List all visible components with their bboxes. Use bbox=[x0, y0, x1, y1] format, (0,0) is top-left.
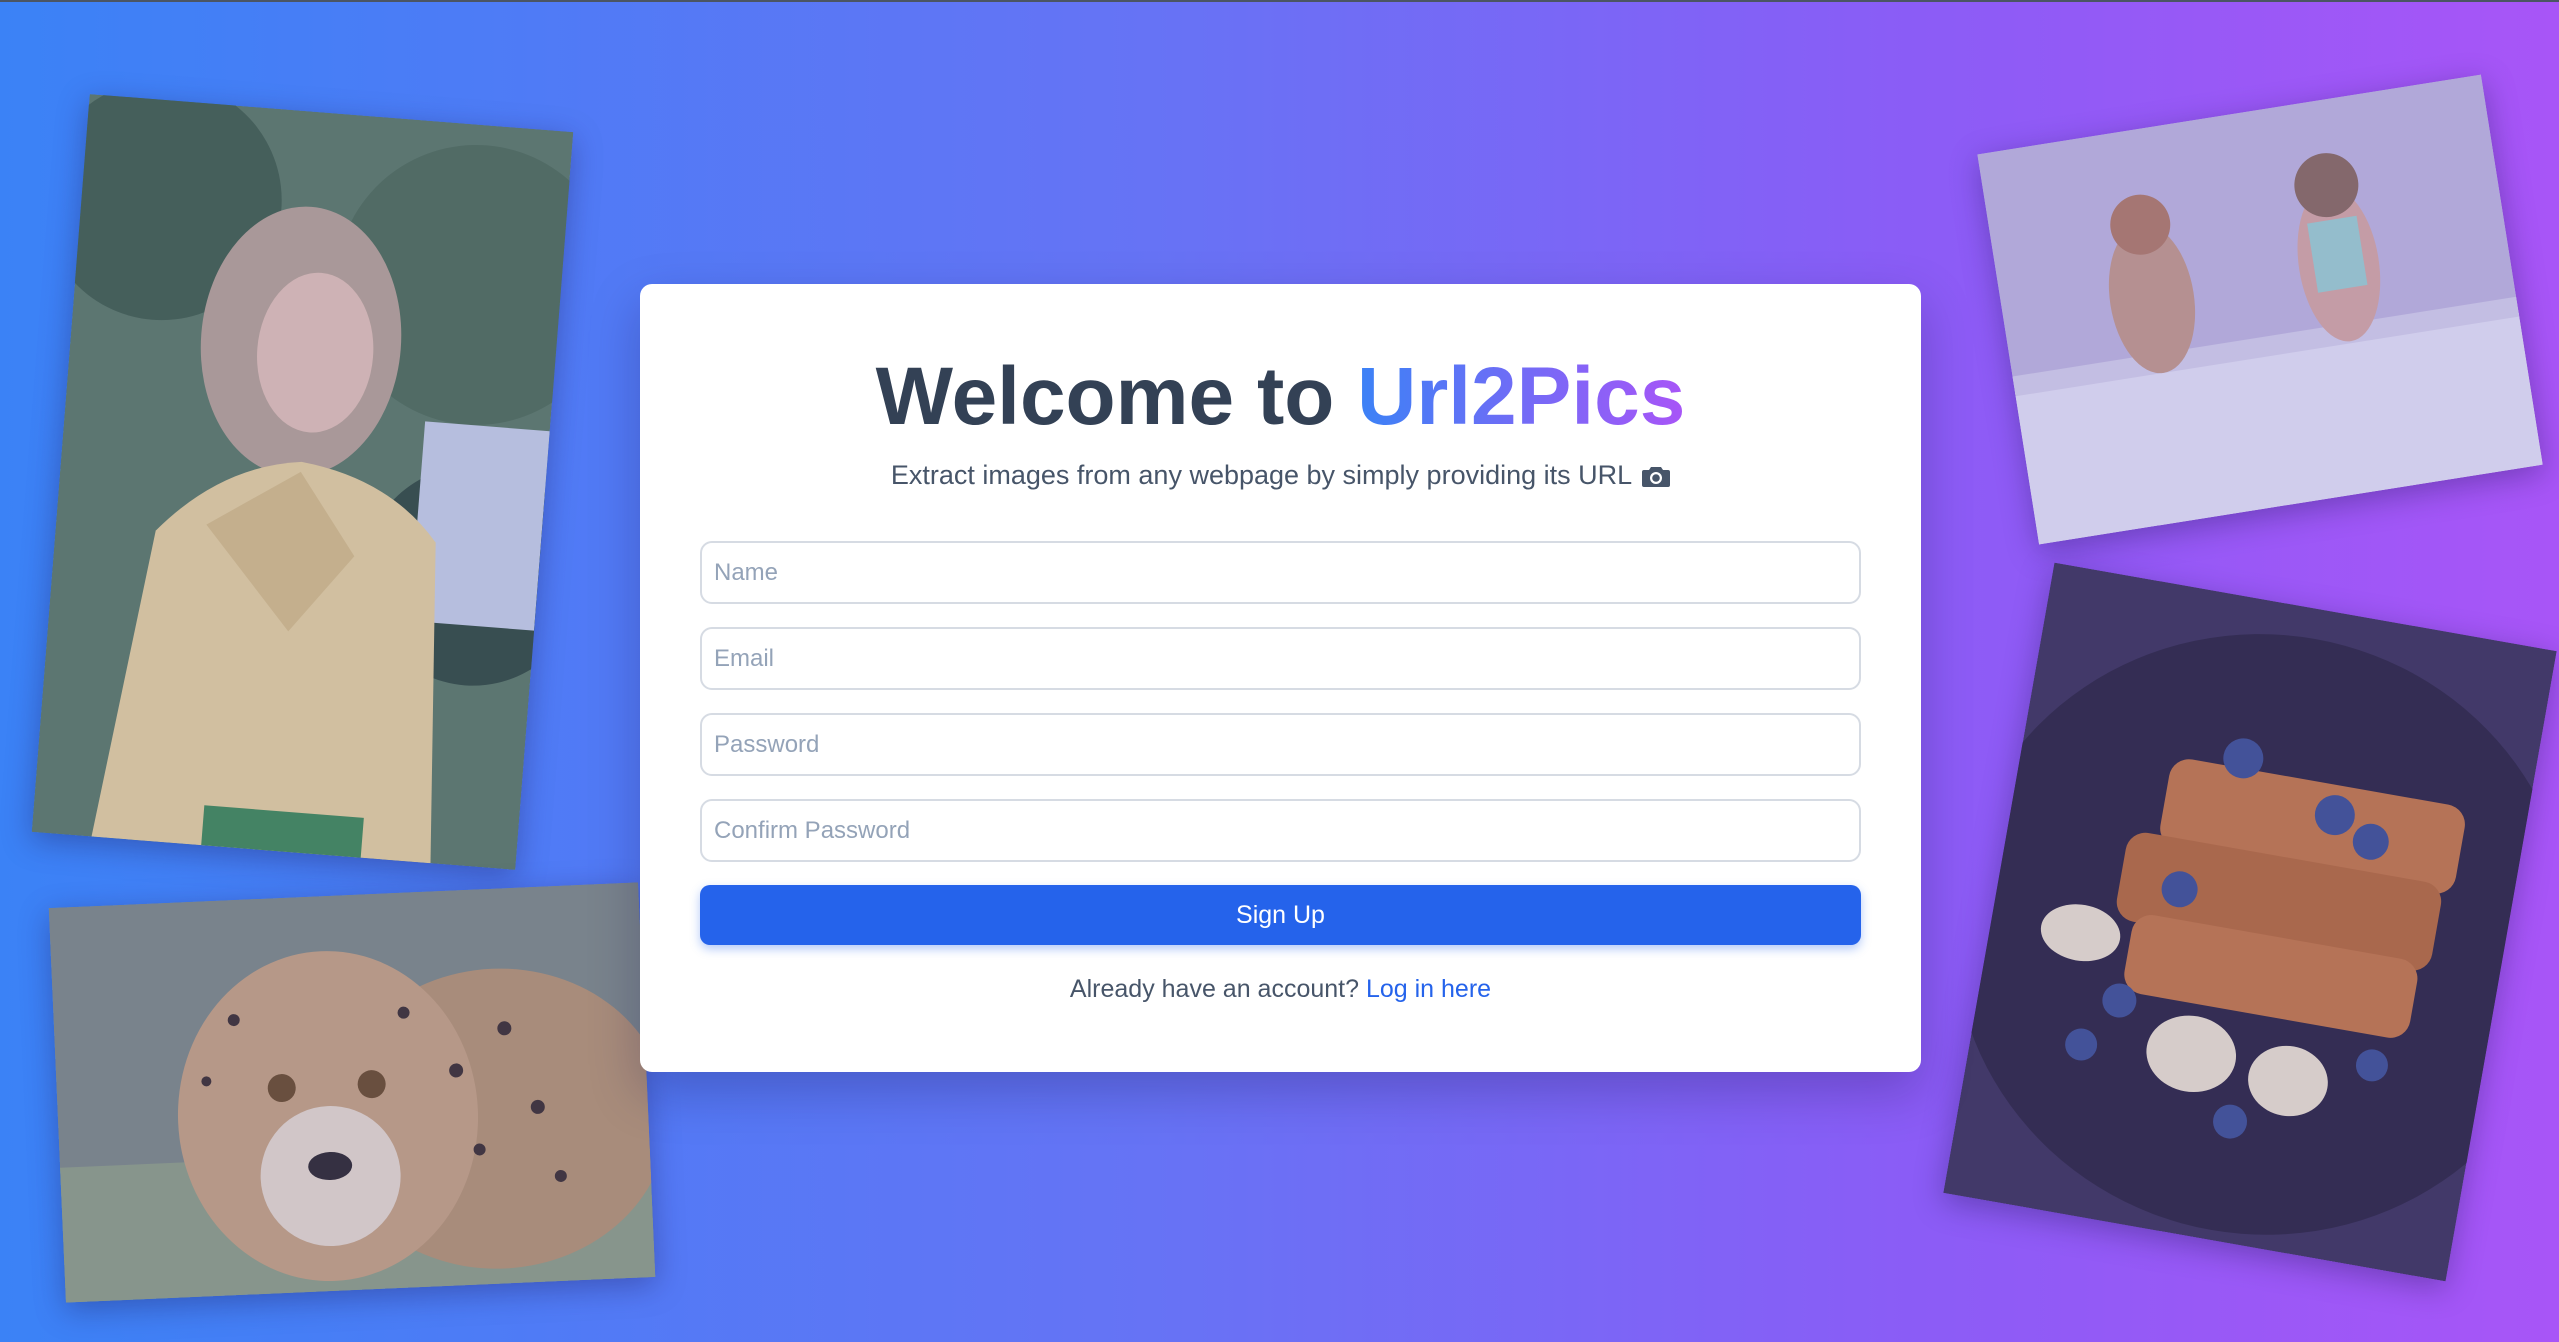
login-prompt-text: Already have an account? bbox=[1069, 975, 1360, 1004]
page-title: Welcome to Url2Pics bbox=[700, 348, 1861, 446]
camera-icon bbox=[1642, 466, 1671, 487]
subtitle-text: Extract images from any webpage by simpl… bbox=[890, 460, 1633, 491]
cheetah-photo bbox=[48, 882, 656, 1303]
woman-photo bbox=[31, 94, 574, 870]
login-prompt: Already have an account? Log in here bbox=[700, 975, 1861, 1004]
name-field[interactable] bbox=[700, 541, 1861, 605]
subtitle: Extract images from any webpage by simpl… bbox=[700, 460, 1861, 491]
confirm-password-field[interactable] bbox=[700, 799, 1861, 863]
sign-up-button[interactable]: Sign Up bbox=[700, 885, 1861, 946]
brand-name: Url2Pics bbox=[1357, 351, 1686, 442]
signup-form: Sign Up bbox=[700, 541, 1861, 946]
title-prefix: Welcome to bbox=[875, 351, 1335, 442]
children-photo bbox=[1977, 74, 2543, 545]
french-toast-photo bbox=[1943, 562, 2557, 1282]
signup-card: Welcome to Url2Pics Extract images from … bbox=[640, 284, 1921, 1072]
email-field[interactable] bbox=[700, 627, 1861, 691]
login-link[interactable]: Log in here bbox=[1366, 975, 1491, 1003]
password-field[interactable] bbox=[700, 713, 1861, 777]
